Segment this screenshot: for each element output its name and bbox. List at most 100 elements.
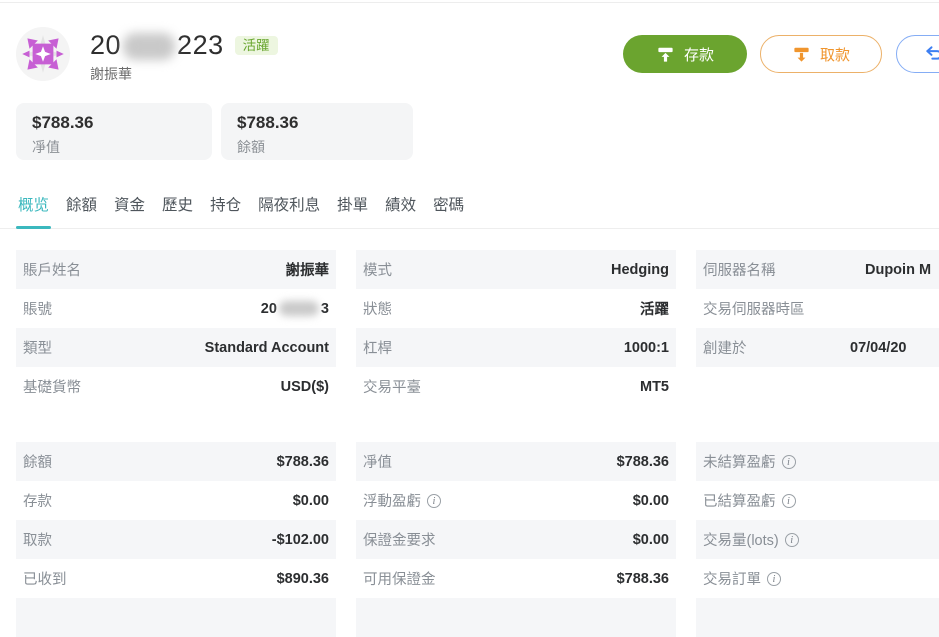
table-row-partial (696, 598, 939, 637)
info-icon[interactable]: i (427, 494, 441, 508)
row-label: 已結算盈虧 (703, 490, 776, 511)
row-label: 保證金要求 (363, 529, 436, 550)
account-info-table: 賬戶姓名 謝振華賬號 203 類型Standard Account 基礎貨幣 USD($)… (16, 250, 939, 406)
row-label: 賬戶姓名 (23, 259, 81, 280)
row-label: 浮動盈虧 (363, 490, 421, 511)
tab-1[interactable]: 概览 (16, 188, 51, 228)
table-row: 交易訂單i (696, 559, 939, 598)
balance-card: $788.36 餘額 (221, 103, 413, 160)
row-value: Hedging (611, 262, 669, 278)
row-label: 已收到 (23, 568, 67, 589)
balance-value: $788.36 (237, 112, 397, 134)
tab-5[interactable]: 持仓 (208, 188, 243, 228)
row-value: $0.00 (293, 493, 329, 509)
deposit-button[interactable]: 存款 (623, 35, 747, 73)
row-value: 1000:1 (624, 340, 669, 356)
row-label: 基礎貨幣 (23, 376, 81, 397)
row-value: $788.36 (617, 454, 669, 470)
withdraw-button[interactable]: 取款 (760, 35, 882, 73)
row-label: 未結算盈虧 (703, 451, 776, 472)
deposit-button-label: 存款 (684, 44, 714, 65)
table-row: 基礎貨幣 USD($) (16, 367, 336, 406)
tab-6[interactable]: 隔夜利息 (256, 188, 322, 228)
table-row: 賬號 203 (16, 289, 336, 328)
tab-bar: 概览餘額資金歷史持仓隔夜利息掛單績效密碼 (0, 188, 939, 229)
row-label: 類型 (23, 337, 52, 358)
tab-7[interactable]: 掛單 (335, 188, 370, 228)
table-row: 未結算盈虧 i (696, 442, 939, 481)
account-info-col-1: 賬戶姓名 謝振華賬號 203 類型Standard Account 基礎貨幣 USD($) (16, 250, 336, 406)
info-icon[interactable]: i (767, 572, 781, 586)
table-row: 存款 $0.00 (16, 481, 336, 520)
equity-value: $788.36 (32, 112, 196, 134)
account-holder-name: 謝振華 (90, 64, 132, 84)
row-label: 創建於 (703, 337, 747, 358)
withdraw-arrow-down-icon (792, 45, 811, 64)
row-value: USD($) (281, 379, 329, 395)
row-label: 存款 (23, 490, 52, 511)
tab-2[interactable]: 餘額 (64, 188, 99, 228)
row-label: 交易平臺 (363, 376, 421, 397)
row-value: $788.36 (617, 571, 669, 587)
row-label: 可用保證金 (363, 568, 436, 589)
table-row: 賬戶姓名 謝振華 (16, 250, 336, 289)
blurred-text (123, 33, 175, 60)
tab-8[interactable]: 績效 (383, 188, 418, 228)
table-row: 狀態 活躍 (356, 289, 676, 328)
tab-4[interactable]: 歷史 (160, 188, 195, 228)
row-label: 取款 (23, 529, 52, 550)
row-value: $788.36 (277, 454, 329, 470)
row-label: 伺服器名稱 (703, 259, 776, 280)
row-value: MT5 (640, 379, 669, 395)
deposit-arrow-up-icon (656, 45, 675, 64)
info-icon[interactable]: i (785, 533, 799, 547)
transfer-button[interactable] (896, 35, 939, 73)
row-value: -$102.00 (272, 532, 329, 548)
tab-9[interactable]: 密碼 (431, 188, 466, 228)
row-label: 杠桿 (363, 337, 392, 358)
table-row: 已結算盈虧 i (696, 481, 939, 520)
table-row: 模式 Hedging (356, 250, 676, 289)
account-avatar (16, 27, 70, 81)
avatar-icon (16, 68, 70, 85)
row-label: 賬號 (23, 298, 52, 319)
row-label: 凈值 (363, 451, 392, 472)
row-value: 203 (261, 301, 329, 317)
row-value: $0.00 (633, 493, 669, 509)
financials-table: 餘額 $788.36 存款 $0.00 取款 -$102.00 已收到 $890.36 凈值 $… (16, 442, 939, 637)
withdraw-button-label: 取款 (820, 44, 850, 65)
row-value: 活躍 (640, 298, 669, 319)
blurred-text (279, 301, 319, 316)
equity-label: 凈值 (32, 137, 196, 157)
transfer-arrow-icon (924, 44, 939, 64)
table-row: 交易平臺 MT5 (356, 367, 676, 406)
table-row: 已收到 $890.36 (16, 559, 336, 598)
table-row: 餘額 $788.36 (16, 442, 336, 481)
row-value: Dupoin M (865, 262, 931, 278)
row-value: 謝振華 (286, 259, 330, 280)
table-row: 取款 -$102.00 (16, 520, 336, 559)
table-row: 類型Standard Account (16, 328, 336, 367)
info-icon[interactable]: i (782, 494, 796, 508)
row-label: 餘額 (23, 451, 52, 472)
table-row: 保證金要求 $0.00 (356, 520, 676, 559)
financials-col-1: 餘額 $788.36 存款 $0.00 取款 -$102.00 已收到 $890.36 (16, 442, 336, 637)
row-label: 狀態 (363, 298, 392, 319)
financials-col-3: 未結算盈虧i已結算盈虧i交易量(lots)i交易訂單i (696, 442, 939, 637)
financials-col-2: 凈值 $788.36 浮動盈虧 i $0.00 保證金要求 $0.00 可用保證金 $788.3… (356, 442, 676, 637)
table-row: 可用保證金 $788.36 (356, 559, 676, 598)
account-info-col-2: 模式 Hedging 狀態 活躍杠桿 1000:1 交易平臺 MT5 (356, 250, 676, 406)
table-row-partial (356, 598, 676, 637)
tab-3[interactable]: 資金 (112, 188, 147, 228)
row-label: 交易伺服器時區 (703, 298, 805, 319)
row-label: 模式 (363, 259, 392, 280)
info-icon[interactable]: i (782, 455, 796, 469)
row-value: $0.00 (633, 532, 669, 548)
table-row: 創建於07/04/20 (696, 328, 939, 367)
top-divider (0, 2, 939, 3)
table-row: 杠桿 1000:1 (356, 328, 676, 367)
account-info-col-3: 伺服器名稱 Dupoin M 交易伺服器時區創建於07/04/20 (696, 250, 939, 406)
row-value: $890.36 (277, 571, 329, 587)
equity-card: $788.36 凈值 (16, 103, 212, 160)
row-label: 交易量(lots) (703, 529, 779, 550)
